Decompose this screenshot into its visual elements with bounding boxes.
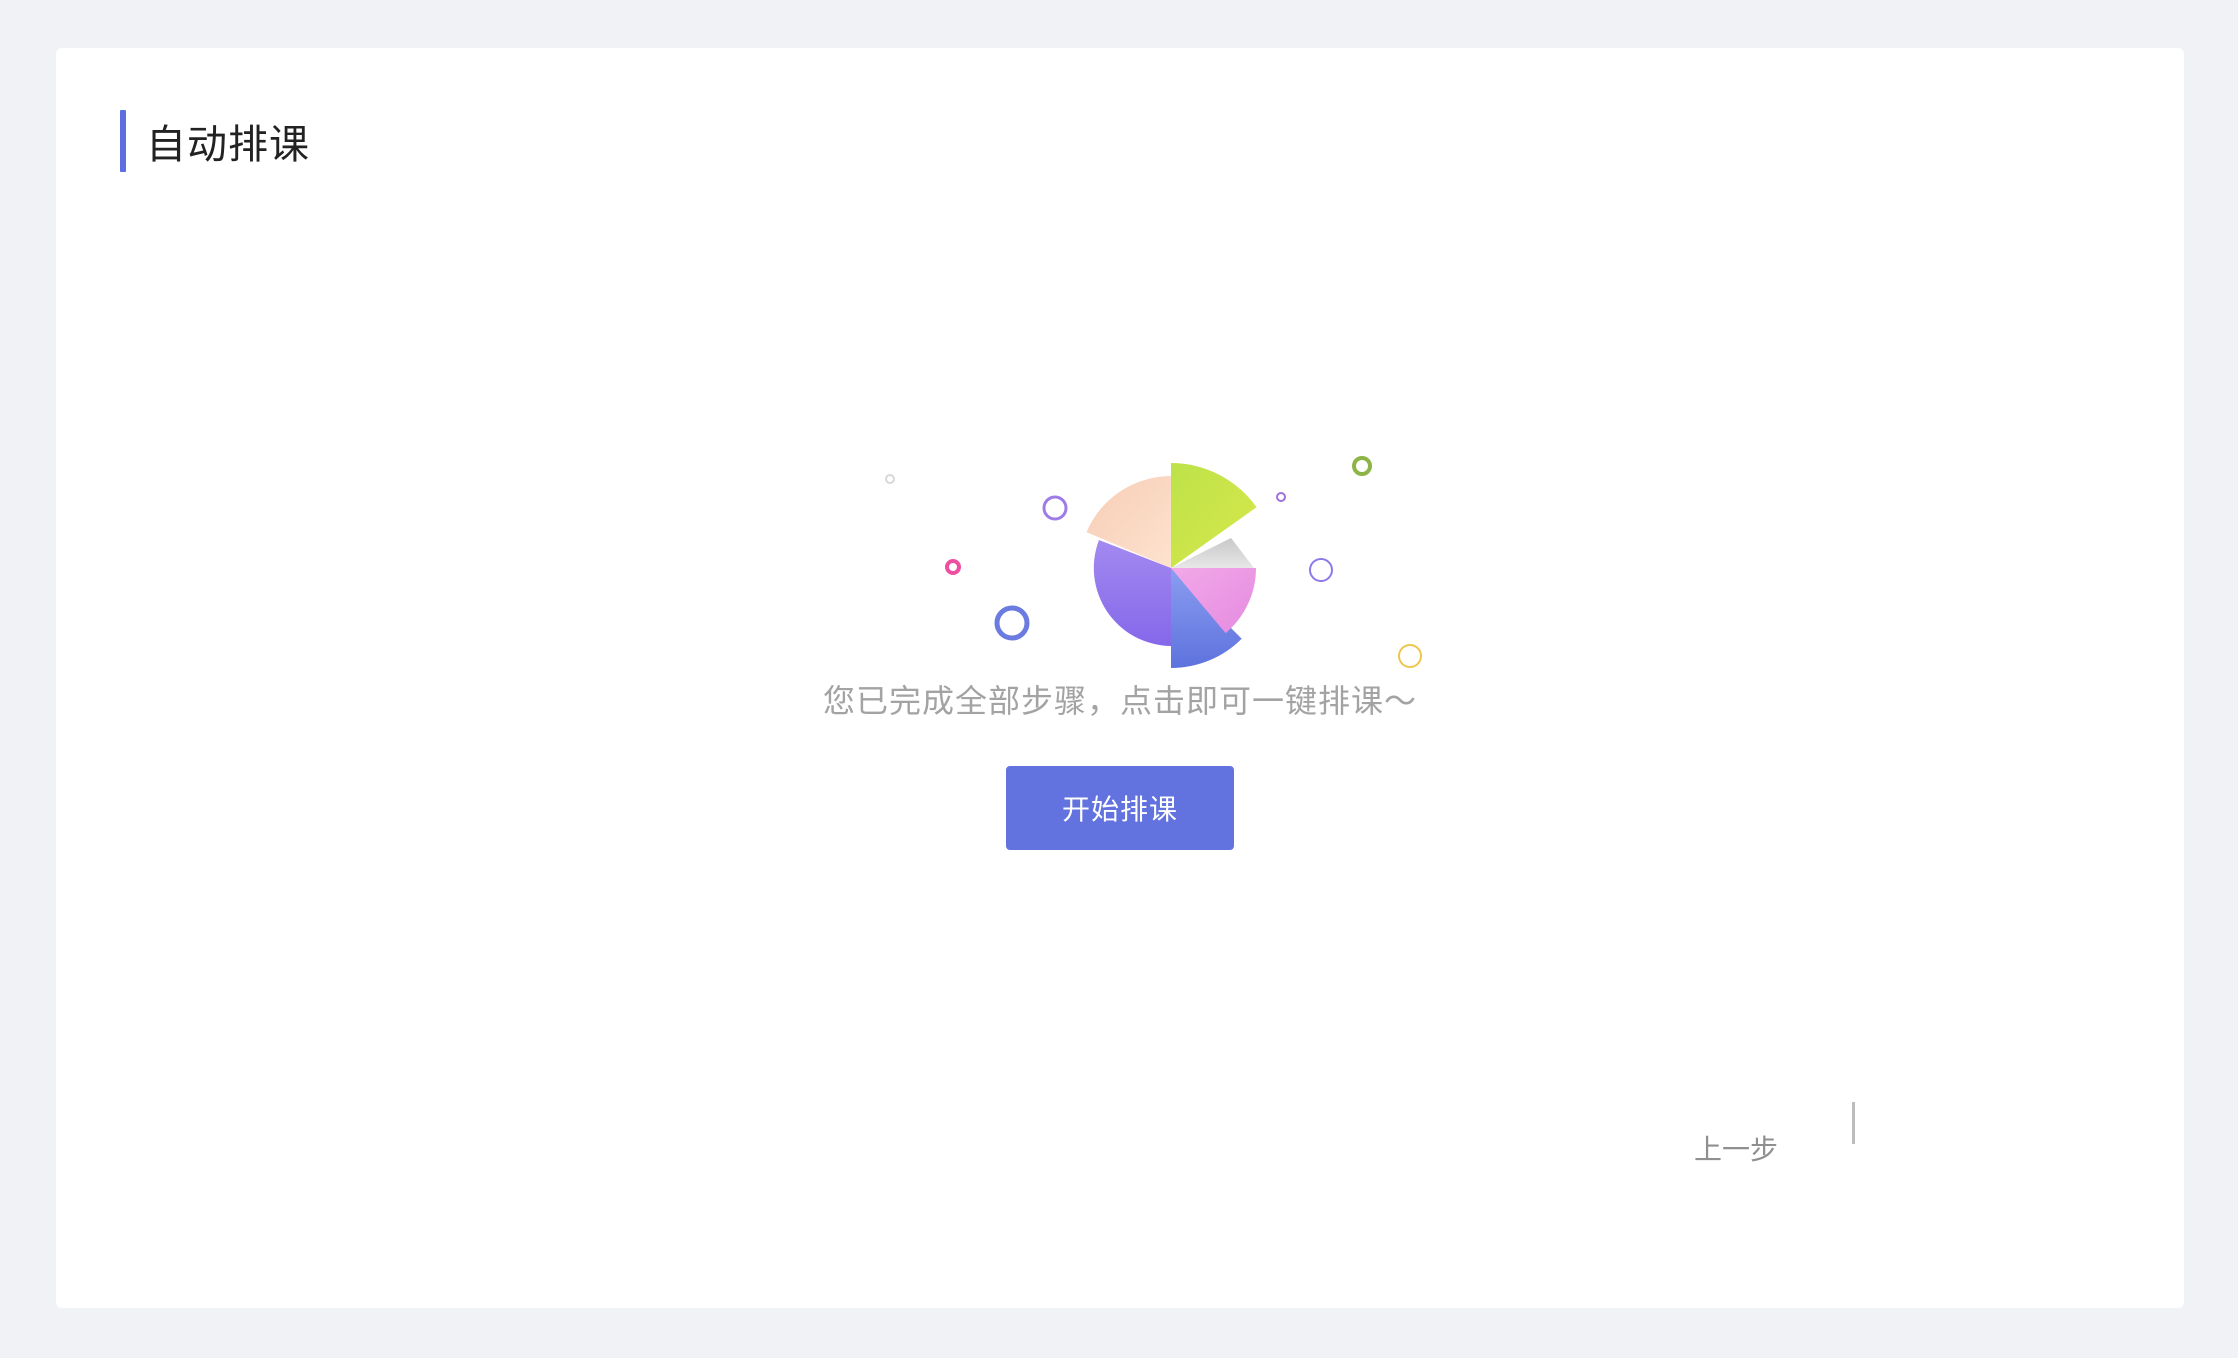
content-card: 自动排课 您已完成全部步骤，点击即可一键排课～ 开始排课 上一步 <box>56 48 2184 1308</box>
start-scheduling-button[interactable]: 开始排课 <box>1006 766 1234 850</box>
vertical-divider <box>1852 1102 1855 1144</box>
title-accent-bar <box>120 110 126 172</box>
completion-hint: 您已完成全部步骤，点击即可一键排课～ <box>822 682 1417 720</box>
previous-step-button[interactable]: 上一步 <box>1676 1126 1796 1174</box>
page-header: 自动排课 <box>120 110 310 172</box>
page-title: 自动排课 <box>146 122 310 168</box>
